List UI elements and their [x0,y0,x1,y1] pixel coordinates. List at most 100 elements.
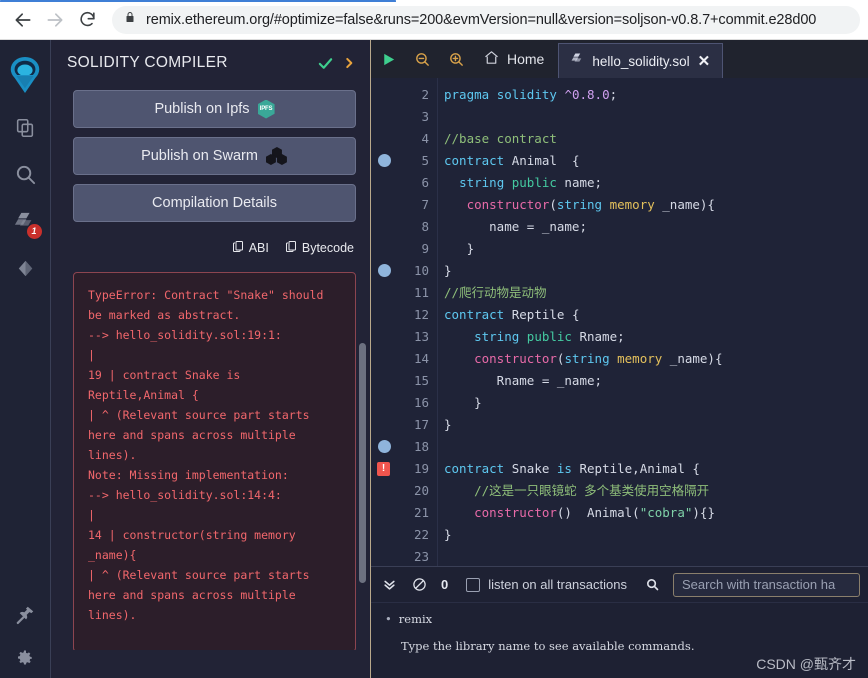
address-bar[interactable]: remix.ethereum.org/#optimize=false&runs=… [112,5,860,34]
code-line: } [444,417,452,432]
watermark-text: CSDN @甄齐才 [756,656,856,672]
code-line: contract Snake is Reptile,Animal { [444,461,700,476]
line-number: 12 [413,307,429,322]
line-number: 13 [413,329,429,344]
breakpoint-marker[interactable] [378,154,391,167]
compilation-details-button[interactable]: Compilation Details [73,184,356,222]
line-number: 15 [413,373,429,388]
listen-all-transactions-toggle[interactable]: listen on all transactions [466,577,627,592]
line-number: 2 [421,87,429,102]
settings-gear-icon[interactable] [0,638,51,678]
copy-icon [232,239,244,256]
code-line: string public Rname; [474,329,625,344]
home-tab[interactable]: Home [473,40,558,78]
code-line: constructor(string memory _name){ [474,351,723,366]
transaction-search-input[interactable]: Search with transaction ha [672,572,860,597]
solidity-compiler-panel: SOLIDITY COMPILER Publish on Ipfs IPFS P… [51,40,371,678]
code-line: } [444,395,482,410]
line-number: 10 [413,263,429,278]
ban-icon[interactable] [409,577,429,592]
line-number: 8 [421,219,429,234]
terminal-output[interactable]: remix Type the library name to see avail… [371,603,868,678]
remix-ide: 1 SOLIDITY COMPILER Publish on Ipfs IPFS… [0,40,868,678]
line-number: 16 [413,395,429,410]
error-marker[interactable]: ! [377,462,390,476]
ipfs-icon-text: IPFS [259,106,273,112]
plugin-manager-icon[interactable] [0,591,51,638]
close-icon[interactable]: ✕ [698,54,711,69]
compiler-panel-scrollbar[interactable] [359,343,366,583]
compilation-details-label: Compilation Details [152,195,277,211]
code-line: contract Animal { [444,153,580,168]
ipfs-icon: IPFS [257,99,275,119]
code-line: constructor(string memory _name){ [466,197,715,212]
line-number: 11 [413,285,429,300]
publish-swarm-label: Publish on Swarm [141,148,258,164]
compilation-error-message[interactable]: TypeError: Contract "Snake" should be ma… [73,272,356,650]
play-icon[interactable] [371,40,405,78]
line-number: 4 [421,131,429,146]
copy-abi-button[interactable]: ABI [232,239,269,256]
line-number: 5 [421,153,429,168]
copy-abi-label: ABI [248,240,269,255]
lock-icon [124,10,136,29]
line-number: 6 [421,175,429,190]
code-line: //这是一只眼镜蛇 多个基类使用空格隔开 [444,483,710,498]
line-number: 7 [421,197,429,212]
chevron-double-down-icon[interactable] [379,577,399,592]
editor-gutter-markers[interactable]: ! [371,78,397,566]
swarm-icon [265,147,288,165]
code-line: } [444,527,452,542]
code-line: string public name; [459,175,603,190]
reload-icon[interactable] [72,5,102,35]
check-icon [317,55,334,72]
code-line: contract Reptile { [444,307,580,322]
code-line: //base contract [444,131,557,146]
line-number: 20 [413,483,429,498]
zoom-in-icon[interactable] [439,40,473,78]
remix-logo-icon[interactable] [0,46,51,104]
publish-on-swarm-button[interactable]: Publish on Swarm [73,137,356,175]
search-icon[interactable] [643,577,663,592]
code-line: pragma solidity ^0.8.0; [444,87,618,102]
line-number: 22 [413,527,429,542]
code-line: //爬行动物是动物 [444,285,547,300]
zoom-out-icon[interactable] [405,40,439,78]
browser-toolbar: remix.ethereum.org/#optimize=false&runs=… [0,0,868,40]
search-icon[interactable] [0,151,51,198]
code-line: Rname = _name; [444,373,603,388]
editor-code-content[interactable]: pragma solidity ^0.8.0; //base contract c… [437,78,868,566]
file-explorer-icon[interactable] [0,104,51,151]
breakpoint-marker[interactable] [378,264,391,277]
forward-arrow-icon[interactable] [40,5,70,35]
back-arrow-icon[interactable] [8,5,38,35]
editor-line-numbers: 2345678910111213141516171819202122232425 [397,78,437,566]
deploy-run-icon[interactable] [0,245,51,292]
line-number: 19 [413,461,429,476]
code-line: name = _name; [444,219,587,234]
solidity-file-icon [571,52,584,70]
line-number: 21 [413,505,429,520]
editor-column: Home hello_solidity.sol ✕ ! 2 3 4 5 6 7 8 9 10 11… [371,40,868,678]
solidity-compiler-icon[interactable]: 1 [0,198,51,245]
code-line: } [444,241,475,256]
home-icon [483,49,500,69]
file-tab-label: hello_solidity.sol [592,53,690,69]
listen-checkbox[interactable] [466,577,481,592]
terminal-panel: 0 listen on all transactions Search with… [371,566,868,678]
chevron-right-icon[interactable] [342,55,356,71]
breakpoint-marker[interactable] [378,440,391,453]
line-number: 18 [413,439,429,454]
file-tab-hello-solidity[interactable]: hello_solidity.sol ✕ [558,43,724,78]
line-number: 9 [421,241,429,256]
page-title: SOLIDITY COMPILER [67,54,228,71]
code-editor[interactable]: ! 23456789101112131415161718192021222324… [371,78,868,566]
compiler-panel-header: SOLIDITY COMPILER [51,40,370,82]
publish-on-ipfs-button[interactable]: Publish on Ipfs IPFS [73,90,356,128]
copy-bytecode-button[interactable]: Bytecode [285,239,354,256]
activity-bar: 1 [0,40,51,678]
line-number: 17 [413,417,429,432]
terminal-log-entry: remix [385,609,858,630]
